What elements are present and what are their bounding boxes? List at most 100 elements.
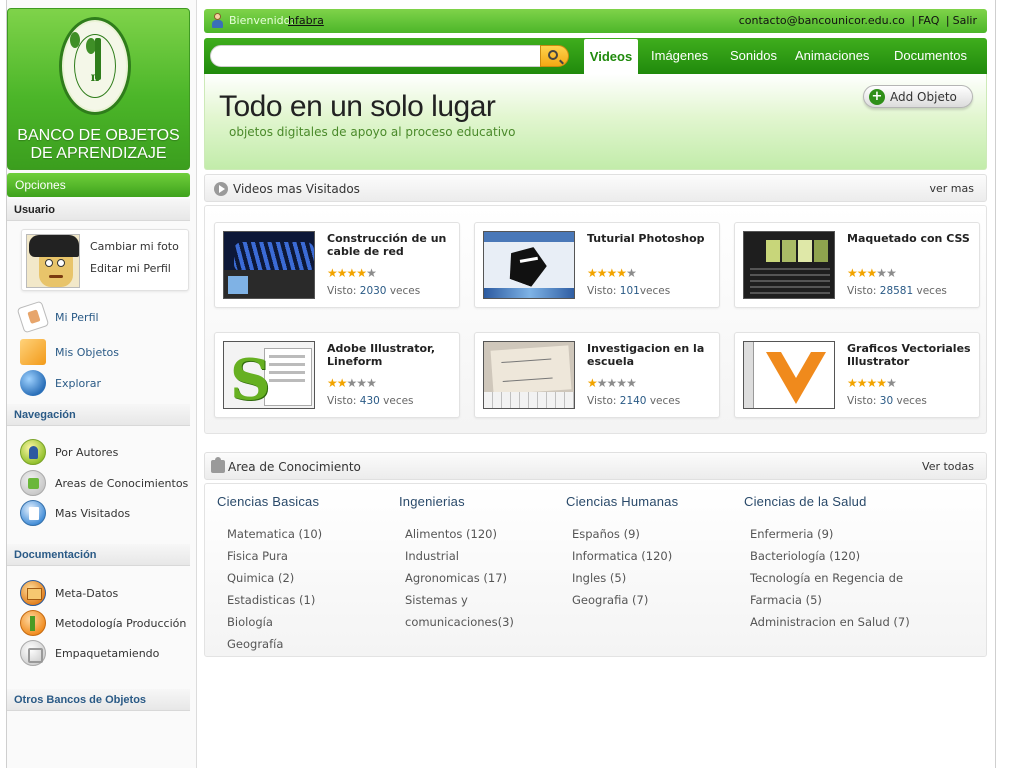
- video-card[interactable]: S Adobe Illustrator, Lineform ★★★★★ Vist…: [214, 332, 460, 418]
- video-card[interactable]: Graficos Vectoriales Illustrator ★★★★★ V…: [734, 332, 980, 418]
- tab-animaciones[interactable]: Animaciones: [795, 38, 869, 74]
- area-column: Ciencias Basicas Matematica (10) Fisica Pu…: [217, 494, 322, 655]
- sidebar-item-mis-objetos[interactable]: Mis Objetos: [20, 339, 119, 365]
- star-filled-icon: ★: [847, 376, 858, 390]
- rating-stars: ★★★★★: [587, 376, 637, 390]
- area-column-heading[interactable]: Ciencias de la Salud: [744, 494, 910, 509]
- areas-section-header: Area de Conocimiento Ver todas: [204, 452, 987, 480]
- star-empty-icon: ★: [626, 266, 637, 280]
- area-item[interactable]: Agronomicas (17): [399, 567, 514, 589]
- area-item[interactable]: Fisica Pura: [217, 545, 322, 567]
- video-card[interactable]: Investigacion en la escuela ★★★★★ Visto:…: [474, 332, 720, 418]
- avatar[interactable]: [26, 234, 80, 288]
- documentation-section-heading: Documentación: [7, 544, 190, 566]
- globe-icon: [20, 370, 46, 396]
- area-item[interactable]: comunicaciones(3): [399, 611, 514, 633]
- area-column-heading[interactable]: Ingenierias: [399, 494, 514, 509]
- star-filled-icon: ★: [346, 266, 358, 280]
- video-card[interactable]: Tuturial Photoshop ★★★★★ Visto: 101veces: [474, 222, 720, 308]
- star-filled-icon: ★: [866, 266, 878, 280]
- area-item[interactable]: Sistemas y: [399, 589, 514, 611]
- video-title: Investigacion en la escuela: [587, 342, 705, 368]
- star-empty-icon: ★: [606, 376, 618, 390]
- area-item[interactable]: Estadisticas (1): [217, 589, 322, 611]
- star-filled-icon: ★: [327, 266, 338, 280]
- area-column-heading[interactable]: Ciencias Basicas: [217, 494, 322, 509]
- sidebar-item-areas-conocimientos[interactable]: Areas de Conocimientos: [20, 470, 188, 496]
- area-item[interactable]: Geografía: [217, 633, 322, 655]
- sidebar-item-mas-visitados[interactable]: Mas Visitados: [20, 500, 130, 526]
- video-card[interactable]: Construcción de un cable de red ★★★★★ Vi…: [214, 222, 460, 308]
- hero-subtitle: objetos digitales de apoyo al proceso ed…: [229, 125, 516, 139]
- logout-link[interactable]: Salir: [953, 14, 977, 27]
- area-item[interactable]: Enfermeria (9): [744, 523, 910, 545]
- rating-stars: ★★★★★: [587, 266, 637, 280]
- edit-profile-link[interactable]: Editar mi Perfil: [90, 262, 171, 275]
- area-item[interactable]: Quimica (2): [217, 567, 322, 589]
- puzzle-icon: [20, 470, 46, 496]
- video-thumbnail: [743, 231, 835, 299]
- areas-section-title: Area de Conocimiento: [228, 460, 361, 474]
- area-column-heading[interactable]: Ciencias Humanas: [566, 494, 678, 509]
- package-icon: [20, 640, 46, 666]
- videos-panel: Construcción de un cable de red ★★★★★ Vi…: [204, 205, 987, 434]
- sidebar-item-mi-perfil[interactable]: Mi Perfil: [16, 300, 99, 334]
- profile-card-icon: [16, 300, 50, 334]
- area-item[interactable]: Geografia (7): [566, 589, 678, 611]
- areas-panel: Ciencias Basicas Matematica (10) Fisica Pu…: [204, 483, 987, 657]
- star-empty-icon: ★: [596, 376, 608, 390]
- video-card[interactable]: Maquetado con CSS ★★★★★ Visto: 28581 vec…: [734, 222, 980, 308]
- area-item[interactable]: Informatica (120): [566, 545, 678, 567]
- play-icon: [214, 182, 228, 196]
- user-card: Cambiar mi foto Editar mi Perfil: [21, 229, 189, 291]
- search-button[interactable]: [540, 45, 569, 67]
- star-filled-icon: ★: [587, 266, 598, 280]
- options-header: Opciones: [7, 173, 190, 197]
- faq-link[interactable]: FAQ: [918, 14, 939, 27]
- area-item[interactable]: Industrial: [399, 545, 514, 567]
- tab-videos[interactable]: Videos: [584, 39, 638, 74]
- other-banks-heading[interactable]: Otros Bancos de Objetos: [7, 689, 190, 711]
- search-input[interactable]: [210, 45, 544, 67]
- contact-email-link[interactable]: contacto@bancounicor.edu.co: [739, 14, 905, 27]
- area-column: Ciencias de la Salud Enfermeria (9) Bacter…: [744, 494, 910, 633]
- video-title: Graficos Vectoriales Illustrator: [847, 342, 971, 368]
- view-count: Visto: 430 veces: [327, 395, 414, 407]
- star-filled-icon: ★: [596, 266, 608, 280]
- add-object-button[interactable]: + Add Objeto: [863, 85, 973, 108]
- area-item[interactable]: Biología: [217, 611, 322, 633]
- star-filled-icon: ★: [616, 266, 627, 280]
- sidebar-item-meta-datos[interactable]: Meta-Datos: [20, 580, 118, 606]
- tab-sonidos[interactable]: Sonidos: [730, 38, 777, 74]
- logo-block[interactable]: π BANCO DE OBJETOS DE APRENDIZAJE: [7, 8, 190, 170]
- area-item[interactable]: Tecnología en Regencia de: [744, 567, 910, 589]
- user-icon: [211, 13, 224, 28]
- star-filled-icon: ★: [336, 266, 348, 280]
- tab-documentos[interactable]: Documentos: [894, 38, 967, 74]
- methodology-icon: [20, 610, 46, 636]
- areas-more-link[interactable]: Ver todas: [922, 460, 974, 473]
- change-photo-link[interactable]: Cambiar mi foto: [90, 240, 179, 253]
- star-empty-icon: ★: [886, 376, 897, 390]
- sidebar-item-empaquetamiento[interactable]: Empaquetamiendo: [20, 640, 159, 666]
- area-item[interactable]: Farmacia (5): [744, 589, 910, 611]
- search-icon: [548, 50, 558, 60]
- sidebar-item-metodologia[interactable]: Metodología Producción: [20, 610, 186, 636]
- metadata-icon: [20, 580, 46, 606]
- area-item[interactable]: Españos (9): [566, 523, 678, 545]
- sidebar-item-por-autores[interactable]: Por Autores: [20, 439, 118, 465]
- username-link[interactable]: hfabra: [288, 14, 324, 27]
- star-filled-icon: ★: [606, 266, 618, 280]
- star-filled-icon: ★: [856, 266, 868, 280]
- area-item[interactable]: Matematica (10): [217, 523, 322, 545]
- user-icon: [20, 439, 46, 465]
- videos-more-link[interactable]: ver mas: [930, 182, 974, 195]
- tab-imagenes[interactable]: Imágenes: [651, 38, 708, 74]
- area-item[interactable]: Administracion en Salud (7): [744, 611, 910, 633]
- area-item[interactable]: Ingles (5): [566, 567, 678, 589]
- area-item[interactable]: Alimentos (120): [399, 523, 514, 545]
- star-empty-icon: ★: [616, 376, 627, 390]
- star-filled-icon: ★: [356, 266, 367, 280]
- area-item[interactable]: Bacteriología (120): [744, 545, 910, 567]
- sidebar-item-explorar[interactable]: Explorar: [20, 370, 101, 396]
